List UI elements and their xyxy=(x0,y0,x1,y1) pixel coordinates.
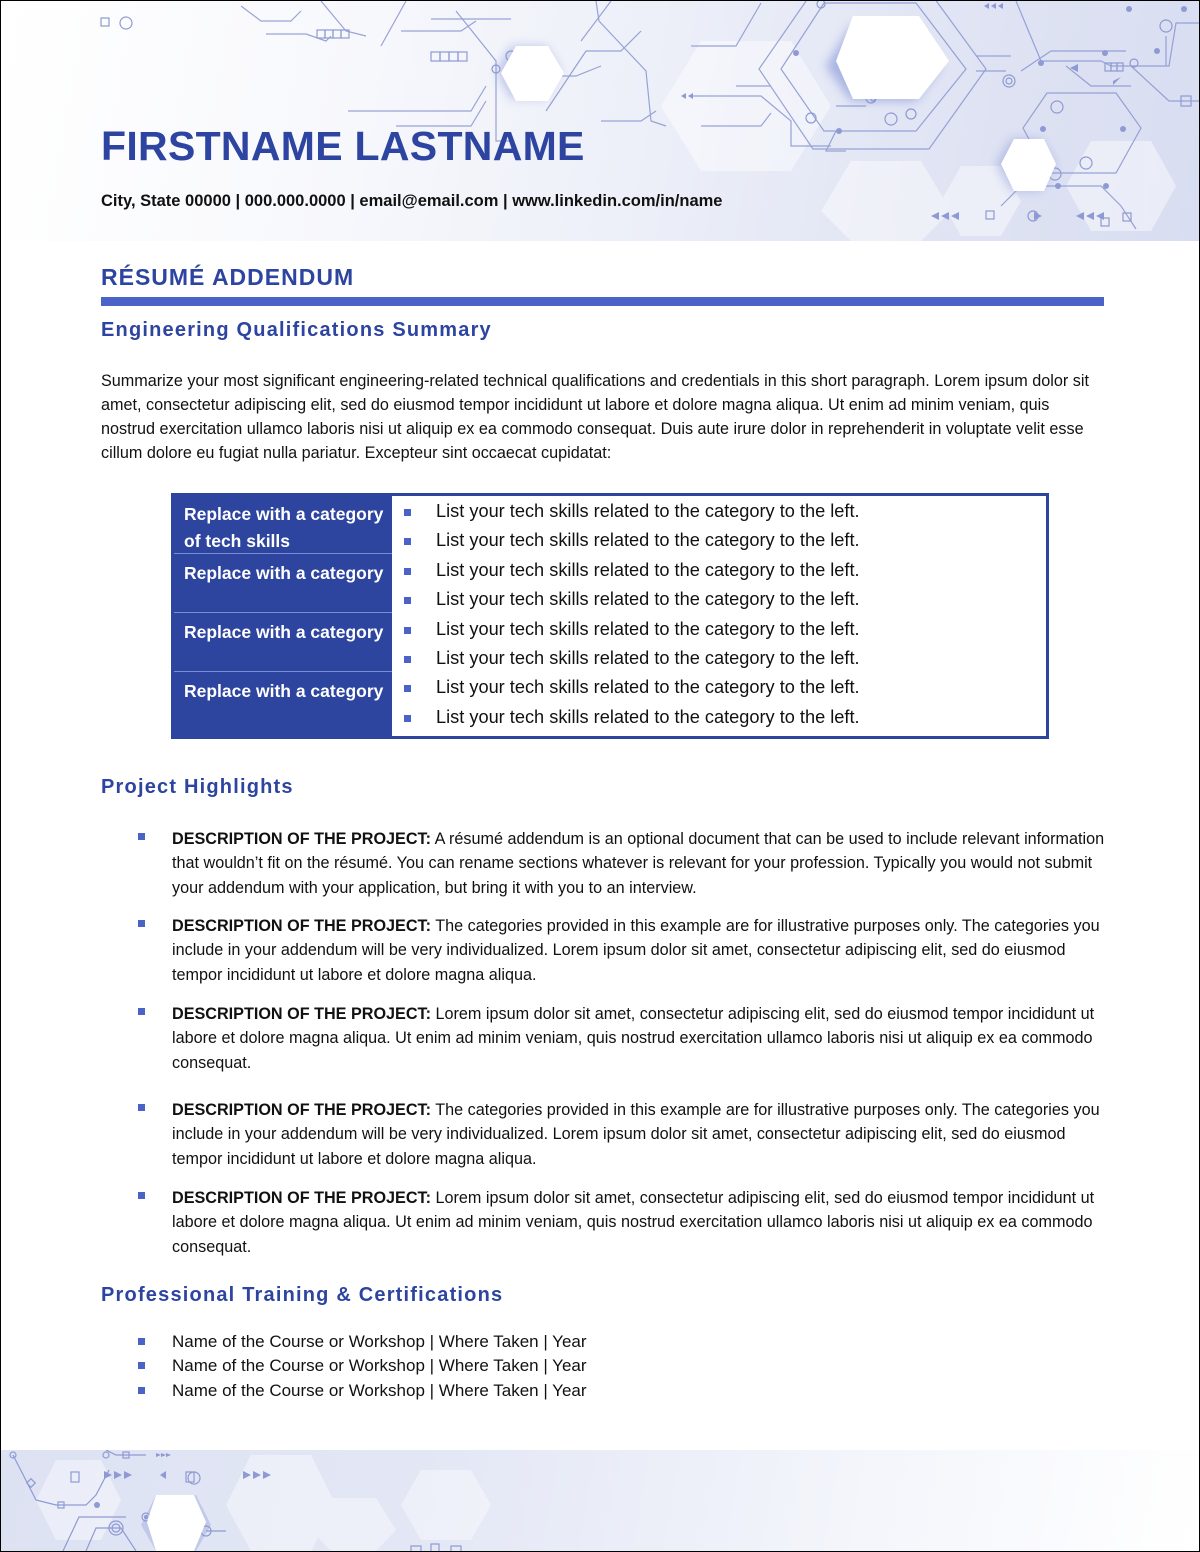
certification-item: Name of the Course or Workshop | Where T… xyxy=(138,1332,587,1352)
square-bullet-icon xyxy=(138,1387,145,1394)
certification-item: Name of the Course or Workshop | Where T… xyxy=(138,1381,587,1401)
qualifications-heading: Engineering Qualifications Summary xyxy=(101,319,492,341)
circuit-hexagon-footer-icon xyxy=(9,1450,491,1551)
qualifications-paragraph: Summarize your most significant engineer… xyxy=(101,372,1089,462)
project-label: DESCRIPTION OF THE PROJECT: xyxy=(172,1101,432,1119)
project-item: DESCRIPTION OF THE PROJECT: The categori… xyxy=(138,914,1107,987)
title-divider xyxy=(101,297,1104,306)
square-bullet-icon xyxy=(404,597,411,604)
square-bullet-icon xyxy=(404,656,411,663)
project-item: DESCRIPTION OF THE PROJECT: The categori… xyxy=(138,1098,1107,1171)
candidate-name: FIRSTNAME LASTNAME xyxy=(101,123,585,169)
projects-heading: Project Highlights xyxy=(101,776,294,798)
square-bullet-icon xyxy=(138,1192,145,1199)
square-bullet-icon xyxy=(404,685,411,692)
square-bullet-icon xyxy=(404,538,411,545)
certification-item: Name of the Course or Workshop | Where T… xyxy=(138,1356,587,1376)
square-bullet-icon xyxy=(404,509,411,516)
square-bullet-icon xyxy=(138,1008,145,1015)
square-bullet-icon xyxy=(138,1104,145,1111)
project-label: DESCRIPTION OF THE PROJECT: xyxy=(172,1189,432,1207)
square-bullet-icon xyxy=(404,568,411,575)
square-bullet-icon xyxy=(404,627,411,634)
project-label: DESCRIPTION OF THE PROJECT: xyxy=(172,1005,432,1023)
project-item: DESCRIPTION OF THE PROJECT: A résumé add… xyxy=(138,827,1107,900)
square-bullet-icon xyxy=(138,920,145,927)
contact-info: City, State 00000 | 000.000.0000 | email… xyxy=(101,192,723,210)
skills-category-column: Replace with a category of tech skills R… xyxy=(174,496,392,736)
document-title: RÉSUMÉ ADDENDUM xyxy=(101,264,355,290)
square-bullet-icon xyxy=(404,715,411,722)
certifications-heading: Professional Training & Certifications xyxy=(101,1284,504,1306)
square-bullet-icon xyxy=(138,833,145,840)
skills-category: Replace with a category xyxy=(174,614,392,672)
square-bullet-icon xyxy=(138,1338,145,1345)
skills-category: Replace with a category of tech skills xyxy=(174,496,392,554)
skills-category: Replace with a category xyxy=(174,555,392,613)
project-label: DESCRIPTION OF THE PROJECT: xyxy=(172,830,432,848)
square-bullet-icon xyxy=(138,1362,145,1369)
skills-category: Replace with a category xyxy=(184,681,384,701)
project-item: DESCRIPTION OF THE PROJECT: Lorem ipsum … xyxy=(138,1002,1107,1075)
project-item: DESCRIPTION OF THE PROJECT: Lorem ipsum … xyxy=(138,1186,1107,1259)
project-label: DESCRIPTION OF THE PROJECT: xyxy=(172,917,432,935)
skills-table: Replace with a category of tech skills R… xyxy=(171,493,1049,739)
resume-page: FIRSTNAME LASTNAME City, State 00000 | 0… xyxy=(0,0,1200,1552)
